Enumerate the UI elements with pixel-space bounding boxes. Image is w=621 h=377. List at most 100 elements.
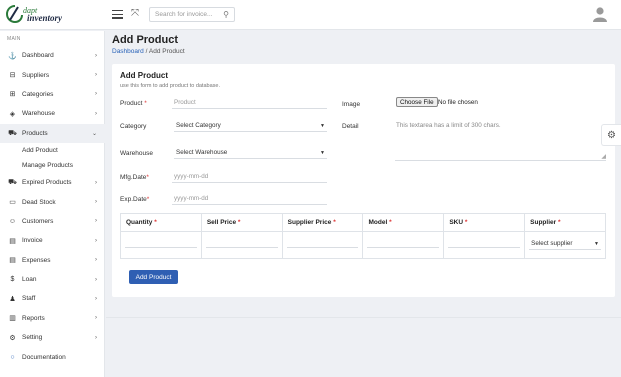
product-input[interactable]: Product [172,97,327,109]
invoice-icon: ▤ [9,237,16,245]
exp-date-label: Exp.Date* [120,196,150,203]
chevron-right-icon: › [95,199,97,206]
category-select[interactable]: Select Category ▼ [174,120,327,132]
logo-icon [6,4,23,23]
search-placeholder: Search for invoice... [155,11,213,18]
settings-gear-icon[interactable]: ⚙ [601,124,621,146]
chevron-right-icon: › [95,257,97,264]
box-icon: ▭ [9,199,16,207]
header-model: Model * [363,214,445,231]
product-label: Product * [120,100,147,107]
sidebar-item-label: Dashboard [22,52,54,60]
page-title: Add Product [112,34,178,46]
form-title: Add Product [120,71,168,80]
chevron-right-icon: › [95,218,97,225]
logo-text-bottom: inventory [27,12,62,23]
sidebar-item-label: Expenses [22,256,51,264]
sidebar-item-label: Documentation [22,353,66,361]
detail-textarea[interactable]: This textarea has a limit of 300 chars. … [395,121,606,161]
sidebar-item-warehouse[interactable]: ◈ Warehouse › [0,104,105,123]
dollar-icon: $ [10,276,15,284]
logo[interactable]: dapt inventory [0,0,105,30]
sidebar-subitem-add-product[interactable]: Add Product [0,143,105,158]
caret-down-icon: ▼ [320,149,325,156]
sidebar-item-label: Suppliers [22,71,50,79]
sidebar-item-invoice[interactable]: ▤ Invoice › [0,231,105,250]
search-input[interactable]: Search for invoice... ⚲ [149,7,235,22]
sidebar-item-reports[interactable]: ▥ Reports › [0,309,105,328]
supplier-select-value: Select supplier [531,240,573,247]
sidebar-item-loan[interactable]: $ Loan › [0,270,105,289]
sidebar-section-label: MAIN [7,36,21,42]
reports-icon: ▥ [9,315,16,323]
caret-down-icon: ▼ [320,122,325,129]
sidebar-item-label: Warehouse [22,110,55,118]
anchor-icon: ⚓ [8,52,17,60]
header-supplier-price: Supplier Price * [283,214,364,231]
product-details-table: Quantity * Sell Price * Supplier Price *… [120,213,606,259]
sidebar-item-label: Expired Products [22,179,72,187]
breadcrumb-current: Add Product [148,48,185,55]
sidebar-item-categories[interactable]: ⊞ Categories › [0,85,105,104]
user-avatar-icon[interactable] [593,6,607,22]
sidebar-item-expenses[interactable]: ▤ Expenses › [0,251,105,270]
sidebar-item-products[interactable]: ⛟ Products ⌄ [0,123,105,143]
sidebar-item-label: Loan [22,276,37,284]
sku-input[interactable] [448,247,521,248]
supplier-select[interactable]: Select supplier ▼ [529,238,601,250]
suppliers-icon: ⊟ [9,72,16,80]
sidebar-item-label: Products [22,129,48,137]
sell-price-input[interactable] [205,247,278,248]
form-subtitle: use this form to add product to database… [120,83,220,89]
warehouse-select-value: Select Warehouse [176,149,228,156]
image-label: Image [342,101,361,108]
chevron-right-icon: › [95,237,97,244]
sidebar-item-staff[interactable]: ♟ Staff › [0,289,105,308]
expand-icon[interactable]: ⤧ [131,9,139,19]
sidebar-item-label: Categories [22,90,54,98]
breadcrumb: Dashboard / Add Product [112,48,185,55]
choose-file-button[interactable]: Choose File [396,97,438,107]
chevron-down-icon: ⌄ [91,130,97,137]
supplier-price-input[interactable] [286,247,359,248]
sidebar-item-dead-stock[interactable]: ▭ Dead Stock › [0,192,105,211]
supplier-cell: Select supplier ▼ [525,232,605,258]
warehouse-label: Warehouse [120,150,153,157]
sidebar: MAIN ⚓ Dashboard › ⊟ Suppliers › ⊞ Categ… [0,31,105,377]
table-header-row: Quantity * Sell Price * Supplier Price *… [121,214,605,232]
breadcrumb-home-link[interactable]: Dashboard [112,48,144,55]
sell-price-cell [202,232,283,258]
sidebar-item-label: Reports [22,314,45,322]
category-label: Category [120,123,147,130]
quantity-cell [121,232,202,258]
sidebar-item-expired-products[interactable]: ⛟ Expired Products › [0,173,105,192]
sidebar-item-setting[interactable]: ⚙ Setting › [0,328,105,347]
chevron-right-icon: › [95,179,97,186]
footer-divider [106,317,621,318]
sidebar-item-customers[interactable]: ☺ Customers › [0,212,105,231]
sidebar-item-documentation[interactable]: ○ Documentation [0,347,105,366]
menu-toggle-icon[interactable] [112,10,123,19]
header-sku: SKU * [444,214,526,231]
sidebar-item-label: Staff [22,295,36,303]
sidebar-item-label: Setting [22,334,43,342]
search-icon[interactable]: ⚲ [223,10,229,19]
sidebar-item-label: Customers [22,217,54,225]
gear-icon: ⚙ [9,334,16,342]
sidebar-item-suppliers[interactable]: ⊟ Suppliers › [0,65,105,84]
model-input[interactable] [367,247,440,248]
sku-cell [444,232,526,258]
quantity-input[interactable] [125,247,197,248]
exp-date-input[interactable]: yyyy-mm-dd [172,193,327,205]
sidebar-subitem-manage-products[interactable]: Manage Products [0,158,105,173]
chevron-right-icon: › [95,110,97,117]
sidebar-item-dashboard[interactable]: ⚓ Dashboard › [0,46,105,65]
add-product-button[interactable]: Add Product [129,270,178,284]
sidebar-item-label: Invoice [22,237,43,245]
warehouse-select[interactable]: Select Warehouse ▼ [174,147,327,159]
top-bar: dapt inventory ⤧ Search for invoice... ⚲ [0,0,621,30]
sidebar-nav: ⚓ Dashboard › ⊟ Suppliers › ⊞ Categories… [0,46,105,367]
mfg-date-input[interactable]: yyyy-mm-dd [172,171,327,183]
resize-handle-icon[interactable]: ◢ [601,154,606,160]
circle-icon: ○ [10,353,15,361]
